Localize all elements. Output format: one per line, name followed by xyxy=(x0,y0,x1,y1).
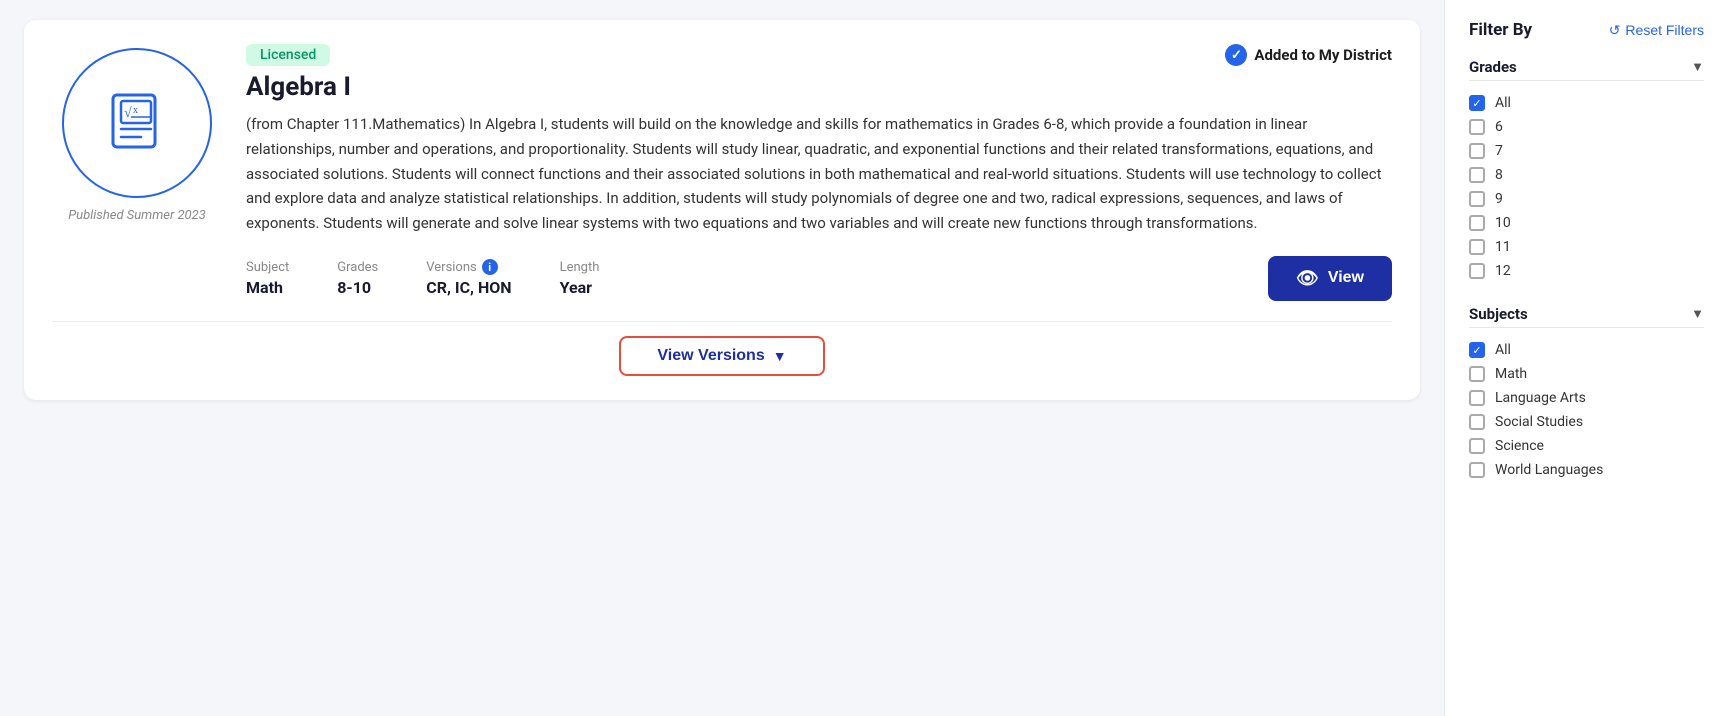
meta-row: Subject Math Grades 8-10 Versions i xyxy=(246,259,599,297)
subject-value: Math xyxy=(246,278,289,297)
course-card: √ x Published Summer 2023 Licensed ✓ Add… xyxy=(24,20,1420,400)
added-to-district-label: Added to My District xyxy=(1254,46,1392,64)
grade-checkbox-10[interactable] xyxy=(1469,215,1485,231)
subject-checkbox-all[interactable]: ✓ xyxy=(1469,342,1485,358)
grades-chevron-down-icon[interactable]: ▼ xyxy=(1691,59,1704,75)
check-circle-icon: ✓ xyxy=(1225,44,1247,66)
card-header: Licensed ✓ Added to My District xyxy=(246,44,1392,66)
subject-label-all: All xyxy=(1495,342,1511,358)
grade-label-10: 10 xyxy=(1495,215,1511,231)
subjects-section-header: Subjects ▼ xyxy=(1469,305,1704,328)
meta-and-view-row: Subject Math Grades 8-10 Versions i xyxy=(246,256,1392,301)
grade-label-12: 12 xyxy=(1495,263,1511,279)
subject-option-science[interactable]: Science xyxy=(1469,434,1704,458)
subject-option-world-languages[interactable]: World Languages xyxy=(1469,458,1704,482)
meta-grades: Grades 8-10 xyxy=(337,260,378,297)
grade-label-11: 11 xyxy=(1495,239,1511,255)
subjects-options: ✓ All Math Language Arts Social Studies … xyxy=(1469,338,1704,482)
view-button[interactable]: 👁 View xyxy=(1268,256,1392,301)
subject-option-language-arts[interactable]: Language Arts xyxy=(1469,386,1704,410)
subject-label-science: Science xyxy=(1495,438,1544,454)
meta-versions: Versions i CR, IC, HON xyxy=(426,259,511,297)
filter-header: Filter By ↺ Reset Filters xyxy=(1469,20,1704,40)
grades-section-header: Grades ▼ xyxy=(1469,58,1704,81)
grade-checkbox-8[interactable] xyxy=(1469,167,1485,183)
subject-label-language-arts: Language Arts xyxy=(1495,390,1586,406)
grade-checkbox-6[interactable] xyxy=(1469,119,1485,135)
subject-checkbox-language-arts[interactable] xyxy=(1469,390,1485,406)
grade-checkbox-11[interactable] xyxy=(1469,239,1485,255)
grades-label: Grades xyxy=(337,260,378,275)
subject-label-social-studies: Social Studies xyxy=(1495,414,1583,430)
licensed-badge: Licensed xyxy=(246,44,330,66)
filter-title: Filter By xyxy=(1469,20,1532,40)
grade-label-7: 7 xyxy=(1495,143,1503,159)
versions-label: Versions i xyxy=(426,259,511,275)
subject-checkbox-math[interactable] xyxy=(1469,366,1485,382)
grade-option-7[interactable]: 7 xyxy=(1469,139,1704,163)
grades-value: 8-10 xyxy=(337,278,378,297)
grade-label-9: 9 xyxy=(1495,191,1503,207)
course-icon-svg: √ x xyxy=(101,87,173,159)
grade-option-10[interactable]: 10 xyxy=(1469,211,1704,235)
grade-checkbox-9[interactable] xyxy=(1469,191,1485,207)
meta-length: Length Year xyxy=(560,260,600,297)
grade-checkbox-7[interactable] xyxy=(1469,143,1485,159)
chevron-down-icon: ▼ xyxy=(773,348,787,364)
course-title: Algebra I xyxy=(246,72,1392,102)
grades-filter-section: Grades ▼ ✓ All 6 7 8 9 10 11 12 xyxy=(1469,58,1704,283)
grade-label-6: 6 xyxy=(1495,119,1503,135)
length-label: Length xyxy=(560,260,600,275)
grade-option-6[interactable]: 6 xyxy=(1469,115,1704,139)
subject-option-all[interactable]: ✓ All xyxy=(1469,338,1704,362)
published-label: Published Summer 2023 xyxy=(68,208,206,223)
subject-checkbox-social-studies[interactable] xyxy=(1469,414,1485,430)
eye-icon: 👁 xyxy=(1296,268,1319,289)
grade-checkbox-12[interactable] xyxy=(1469,263,1485,279)
length-value: Year xyxy=(560,278,600,297)
reset-icon: ↺ xyxy=(1609,22,1621,39)
course-icon-circle: √ x xyxy=(62,48,212,198)
versions-value: CR, IC, HON xyxy=(426,278,511,297)
subject-checkbox-science[interactable] xyxy=(1469,438,1485,454)
subject-label-world-languages: World Languages xyxy=(1495,462,1603,478)
subject-option-math[interactable]: Math xyxy=(1469,362,1704,386)
grade-option-9[interactable]: 9 xyxy=(1469,187,1704,211)
subject-option-social-studies[interactable]: Social Studies xyxy=(1469,410,1704,434)
reset-filters-button[interactable]: ↺ Reset Filters xyxy=(1609,22,1704,39)
grade-option-8[interactable]: 8 xyxy=(1469,163,1704,187)
added-to-district: ✓ Added to My District xyxy=(1225,44,1392,66)
view-versions-row: View Versions ▼ xyxy=(52,321,1392,376)
grade-label-all: All xyxy=(1495,95,1511,111)
course-icon-section: √ x Published Summer 2023 xyxy=(52,44,222,223)
grade-option-12[interactable]: 12 xyxy=(1469,259,1704,283)
grade-option-all[interactable]: ✓ All xyxy=(1469,91,1704,115)
subject-checkbox-world-languages[interactable] xyxy=(1469,462,1485,478)
view-versions-button[interactable]: View Versions ▼ xyxy=(619,336,824,376)
meta-subject: Subject Math xyxy=(246,260,289,297)
subjects-chevron-down-icon[interactable]: ▼ xyxy=(1691,306,1704,322)
versions-info-icon[interactable]: i xyxy=(482,259,498,275)
svg-text:√: √ xyxy=(124,106,132,121)
subjects-filter-section: Subjects ▼ ✓ All Math Language Arts Soci… xyxy=(1469,305,1704,482)
svg-text:x: x xyxy=(133,105,138,116)
grade-checkbox-all[interactable]: ✓ xyxy=(1469,95,1485,111)
course-description: (from Chapter 111.Mathematics) In Algebr… xyxy=(246,112,1392,236)
subject-label: Subject xyxy=(246,260,289,275)
subjects-section-title: Subjects xyxy=(1469,305,1528,323)
grades-options: ✓ All 6 7 8 9 10 11 12 xyxy=(1469,91,1704,283)
card-body: Licensed ✓ Added to My District Algebra … xyxy=(246,44,1392,301)
grades-section-title: Grades xyxy=(1469,58,1517,76)
subject-label-math: Math xyxy=(1495,366,1527,382)
grade-label-8: 8 xyxy=(1495,167,1503,183)
filter-panel: Filter By ↺ Reset Filters Grades ▼ ✓ All… xyxy=(1444,0,1724,716)
grade-option-11[interactable]: 11 xyxy=(1469,235,1704,259)
